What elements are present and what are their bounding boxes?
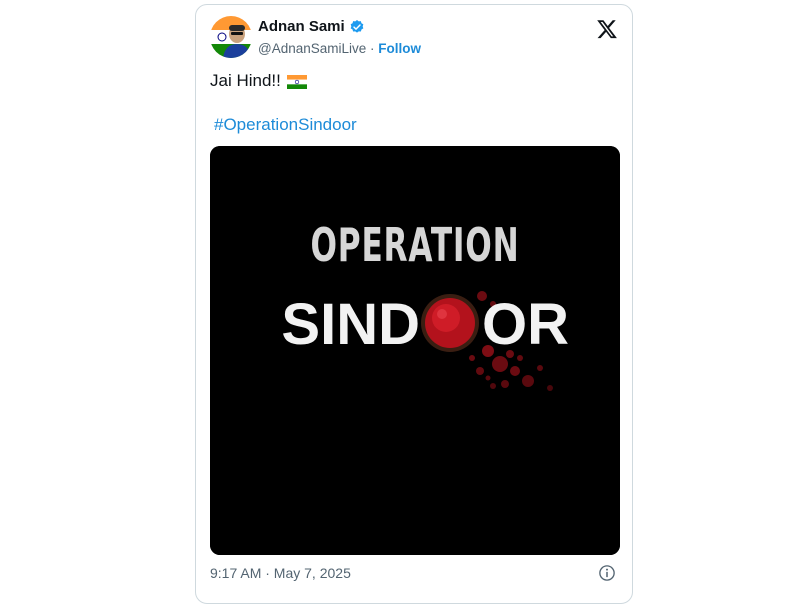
hashtag-link[interactable]: #OperationSindoor: [214, 115, 357, 135]
sindoor-bowl: [421, 294, 479, 352]
handle-separator: ·: [366, 41, 379, 56]
poster-line1: OPERATION: [311, 220, 520, 273]
tweet-timestamp[interactable]: 9:17 AM · May 7, 2025: [210, 565, 351, 581]
poster-line2-left: SIND: [281, 292, 420, 357]
tweet-card: Adnan Sami @AdnanSamiLive · Follow Jai H…: [195, 4, 633, 604]
avatar-image: [210, 16, 252, 58]
info-icon[interactable]: [598, 564, 616, 582]
follow-button[interactable]: Follow: [378, 41, 421, 56]
author-name[interactable]: Adnan Sami: [258, 18, 345, 35]
india-flag-icon: [286, 74, 307, 89]
tweet-text: Jai Hind!!: [210, 71, 281, 90]
tweet-text-row: Jai Hind!!: [210, 71, 307, 91]
author-handle[interactable]: @AdnanSamiLive: [258, 41, 366, 56]
avatar[interactable]: [210, 16, 252, 58]
operation-sindoor-poster: OPERATION SIND OR: [210, 146, 620, 555]
poster-line2-right: OR: [482, 292, 569, 357]
verified-badge-icon: [349, 19, 365, 35]
author-name-row[interactable]: Adnan Sami: [258, 18, 365, 35]
handle-row: @AdnanSamiLive · Follow: [258, 41, 421, 56]
x-logo-icon[interactable]: [596, 18, 618, 40]
tweet-media-image[interactable]: OPERATION SIND OR: [210, 146, 620, 555]
